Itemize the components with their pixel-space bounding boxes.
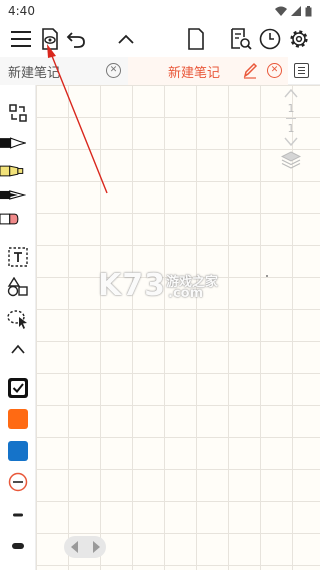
menu-button[interactable] xyxy=(9,27,33,51)
next-page-icon[interactable] xyxy=(92,541,100,553)
tab-note-inactive-label: 新建笔记 xyxy=(8,65,61,81)
layers-icon[interactable] xyxy=(281,151,301,169)
eye-document-icon xyxy=(42,28,58,50)
text-tool[interactable] xyxy=(5,245,31,269)
wifi-icon xyxy=(275,6,287,16)
medium-stroke-icon xyxy=(13,513,23,517)
tab-note-active-label: 新建笔记 xyxy=(168,65,221,81)
watermark-logo: K73 xyxy=(98,268,166,303)
battery-icon xyxy=(305,5,312,16)
signal-icon xyxy=(291,6,301,16)
prev-page-icon[interactable] xyxy=(70,541,79,553)
undo-icon xyxy=(66,32,85,48)
top-toolbar xyxy=(0,22,320,56)
highlighter-tool[interactable] xyxy=(0,159,26,183)
clock-icon xyxy=(259,28,281,50)
eraser-tool[interactable] xyxy=(0,207,26,231)
tool-panel xyxy=(0,85,36,570)
collapse-toolbar-button[interactable] xyxy=(114,27,138,51)
page-up-icon[interactable] xyxy=(284,88,298,98)
page-total: 1 xyxy=(287,122,295,135)
stroke-width-thin[interactable] xyxy=(5,470,31,494)
fountain-pen-icon xyxy=(0,190,26,200)
preview-button[interactable] xyxy=(38,27,62,51)
page-current: 1 xyxy=(287,102,295,115)
color-swatch-orange[interactable] xyxy=(5,407,31,431)
gear-icon xyxy=(290,30,308,48)
stroke-width-medium[interactable] xyxy=(5,503,31,527)
status-bar: 4:40 xyxy=(0,0,320,22)
status-time: 4:40 xyxy=(8,4,35,18)
status-icons xyxy=(275,5,312,17)
checkmark-icon xyxy=(8,378,28,398)
swap-pages-icon xyxy=(9,104,27,122)
settings-button[interactable] xyxy=(287,27,311,51)
document-search-button[interactable] xyxy=(229,27,253,51)
document-search-icon xyxy=(231,28,252,50)
lasso-tool[interactable] xyxy=(5,307,31,331)
history-button[interactable] xyxy=(258,27,282,51)
collapse-tools-button[interactable] xyxy=(5,337,31,361)
minus-circle-icon xyxy=(8,472,28,492)
chevron-up-icon xyxy=(11,344,25,354)
hamburger-icon xyxy=(11,31,31,47)
page-down-icon[interactable] xyxy=(284,137,298,147)
text-box-icon xyxy=(8,247,28,267)
new-page-icon xyxy=(188,28,204,50)
undo-button[interactable] xyxy=(64,27,88,51)
page-indicator: 1 1 xyxy=(278,88,304,188)
tab-close-active-button[interactable]: ✕ xyxy=(267,63,282,78)
page-separator xyxy=(286,118,296,119)
color-swatch-black[interactable] xyxy=(5,376,31,400)
tab-close-button[interactable]: ✕ xyxy=(106,63,121,78)
blue-swatch xyxy=(8,441,28,461)
new-page-button[interactable] xyxy=(184,27,208,51)
pen-tool[interactable] xyxy=(0,131,26,155)
watermark-domain: .com xyxy=(168,286,204,301)
chevron-up-icon xyxy=(118,34,134,44)
fountain-pen-tool[interactable] xyxy=(0,183,26,207)
highlighter-icon xyxy=(0,165,24,177)
pencil-icon[interactable] xyxy=(242,61,258,79)
lasso-select-icon xyxy=(7,310,27,329)
eraser-icon xyxy=(0,213,19,225)
shapes-icon xyxy=(7,277,28,297)
page-nav-pill xyxy=(64,536,106,558)
tab-list-button[interactable] xyxy=(294,63,309,78)
tab-note-inactive[interactable]: 新建笔记 ✕ xyxy=(0,57,128,85)
thick-stroke-icon xyxy=(12,543,24,549)
switch-layout-tool[interactable] xyxy=(5,101,31,125)
watermark: K73 游戏之家 .com xyxy=(98,268,228,304)
orange-swatch xyxy=(8,409,28,429)
color-swatch-blue[interactable] xyxy=(5,439,31,463)
shape-tool[interactable] xyxy=(5,275,31,299)
note-tabs: 新建笔记 ✕ 新建笔记 ✕ xyxy=(0,57,320,85)
stroke-width-thick[interactable] xyxy=(5,534,31,558)
tab-note-active[interactable]: 新建笔记 ✕ xyxy=(128,57,288,85)
pen-icon xyxy=(0,137,26,149)
canvas-dot xyxy=(266,275,268,277)
